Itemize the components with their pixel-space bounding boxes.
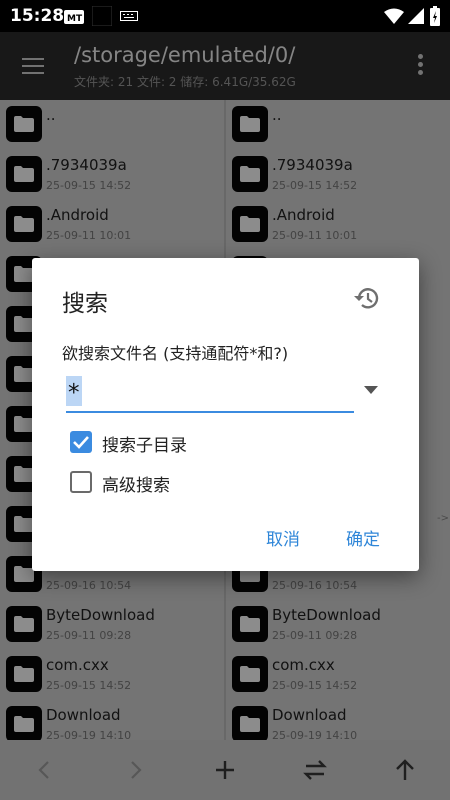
svg-text:MT: MT — [67, 14, 83, 24]
search-filename-label: 欲搜索文件名 (支持通配符*和?) — [62, 344, 289, 363]
status-time: 15:28 — [10, 6, 65, 26]
wifi-icon — [384, 8, 404, 24]
search-dialog: 搜索 欲搜索文件名 (支持通配符*和?) * 搜索子目录 高级搜索 取消 确定 — [32, 258, 419, 571]
status-bar: 15:28 MT — [0, 0, 450, 32]
search-input[interactable]: * — [66, 373, 354, 413]
dropdown-arrow-icon[interactable] — [364, 386, 378, 396]
black-square-icon — [92, 6, 112, 26]
checkmark-icon — [73, 436, 89, 449]
battery-icon — [430, 6, 440, 26]
keyboard-icon — [120, 11, 138, 21]
dialog-title: 搜索 — [62, 291, 108, 317]
search-subdir-checkbox[interactable] — [70, 431, 92, 453]
mt-manager-icon: MT — [64, 10, 84, 24]
search-input-value[interactable]: * — [66, 376, 82, 406]
advanced-search-checkbox[interactable] — [70, 471, 92, 493]
signal-icon — [408, 8, 424, 24]
search-subdir-label[interactable]: 搜索子目录 — [102, 431, 187, 456]
confirm-button[interactable]: 确定 — [346, 525, 380, 550]
advanced-search-label[interactable]: 高级搜索 — [102, 471, 170, 496]
history-icon[interactable] — [350, 282, 384, 314]
cancel-button[interactable]: 取消 — [266, 525, 300, 550]
